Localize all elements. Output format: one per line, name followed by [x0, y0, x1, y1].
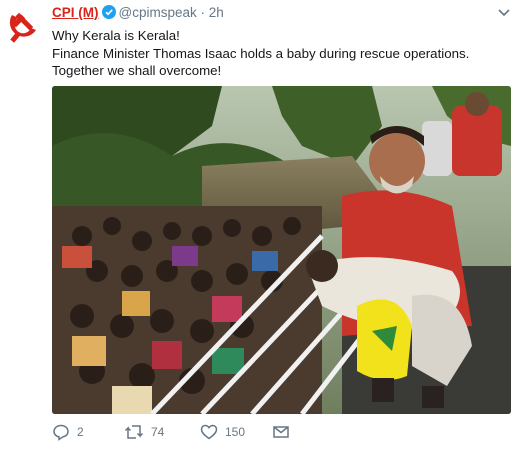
verified-badge-icon [101, 5, 116, 22]
reply-count: 2 [77, 425, 84, 439]
like-icon [200, 424, 218, 440]
direct-message-button[interactable] [272, 422, 290, 442]
tweet-text-line: Together we shall overcome! [52, 63, 222, 78]
tweet-text-line: Why Kerala is Kerala! [52, 28, 180, 43]
separator-dot: · [200, 5, 206, 20]
retweet-count: 74 [151, 425, 165, 439]
tweet-card: CPI (M) @cpimspeak · 2h Why Kerala is Ker… [0, 0, 522, 450]
author-name[interactable]: CPI (M) [52, 5, 99, 20]
tweet-timestamp[interactable]: 2h [209, 5, 224, 20]
like-button[interactable]: 150 [200, 422, 245, 442]
tweet-text: Why Kerala is Kerala! Finance Minister T… [52, 27, 512, 80]
reply-button[interactable]: 2 [52, 422, 84, 442]
like-count: 150 [225, 425, 246, 439]
reply-icon [53, 424, 69, 441]
tweet-text-line: Finance Minister Thomas Isaac holds a ba… [52, 45, 470, 61]
tweet-header: CPI (M) @cpimspeak · 2h [52, 5, 224, 22]
rescue-photo-illustration [52, 86, 511, 414]
author-avatar[interactable] [4, 6, 44, 46]
retweet-button[interactable]: 74 [124, 422, 164, 442]
direct-message-icon [273, 426, 289, 438]
chevron-down-icon[interactable] [496, 6, 512, 18]
hammer-sickle-icon [9, 12, 36, 43]
retweet-icon [124, 425, 144, 439]
tweet-photo[interactable] [52, 86, 511, 414]
author-handle[interactable]: @cpimspeak [119, 5, 197, 20]
tweet-actions: 2 74 150 [52, 422, 452, 442]
